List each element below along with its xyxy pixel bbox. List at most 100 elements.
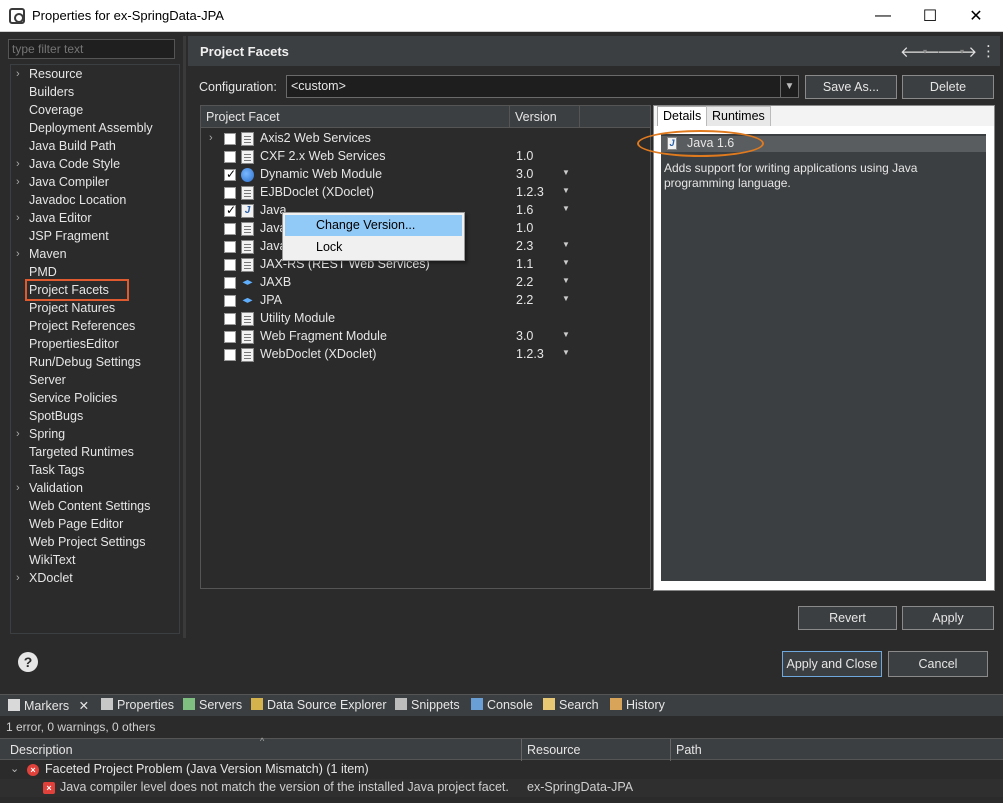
facet-checkbox[interactable] (224, 349, 236, 361)
facet-version[interactable]: 1.2.3 (516, 347, 544, 361)
minimize-button[interactable]: — (860, 0, 906, 32)
tree-item-spring[interactable]: Spring (29, 425, 65, 443)
chevron-right-icon[interactable]: › (16, 245, 26, 263)
facet-checkbox[interactable] (224, 241, 236, 253)
version-dropdown-icon[interactable]: ▼ (562, 276, 570, 285)
column-divider[interactable] (579, 106, 580, 128)
facet-checkbox[interactable] (224, 187, 236, 199)
tree-item-wikitext[interactable]: WikiText (29, 551, 76, 569)
tree-item-project-natures[interactable]: Project Natures (29, 299, 115, 317)
tree-item-java-editor[interactable]: Java Editor (29, 209, 92, 227)
facet-checkbox[interactable] (224, 151, 236, 163)
tab-console[interactable]: Console (471, 698, 533, 712)
version-dropdown-icon[interactable]: ▼ (562, 240, 570, 249)
delete-button[interactable]: Delete (902, 75, 994, 99)
facet-version[interactable]: 2.3 (516, 239, 533, 253)
apply-and-close-button[interactable]: Apply and Close (782, 651, 882, 677)
marker-row[interactable]: × Java compiler level does not match the… (0, 779, 1003, 797)
facet-row[interactable]: › Axis2 Web Services (201, 130, 650, 148)
column-divider[interactable] (670, 739, 671, 761)
help-icon[interactable]: ? (18, 652, 38, 672)
view-menu-icon[interactable]: ⋮ (981, 42, 996, 60)
filter-input[interactable] (8, 39, 175, 59)
tree-item-deployment-assembly[interactable]: Deployment Assembly (29, 119, 153, 137)
facet-checkbox[interactable] (224, 203, 236, 217)
back-arrow-icon[interactable]: 🡐 (900, 42, 940, 61)
chevron-right-icon[interactable]: › (16, 479, 26, 497)
apply-button[interactable]: Apply (902, 606, 994, 630)
tree-item-propertieseditor[interactable]: PropertiesEditor (29, 335, 119, 353)
facet-version[interactable]: 1.0 (516, 221, 533, 235)
menu-item-change-version[interactable]: Change Version... (285, 215, 462, 236)
version-dropdown-icon[interactable]: ▼ (562, 294, 570, 303)
chevron-right-icon[interactable]: › (16, 155, 26, 173)
tree-item-project-facets[interactable]: Project Facets (25, 279, 129, 301)
maximize-button[interactable]: ☐ (907, 0, 953, 32)
tab-details[interactable]: Details (657, 106, 708, 126)
tree-item-javadoc-location[interactable]: Javadoc Location (29, 191, 126, 209)
forward-menu-chevron-icon[interactable]: ▾ (960, 47, 964, 56)
tree-item-spotbugs[interactable]: SpotBugs (29, 407, 83, 425)
facet-checkbox[interactable] (224, 167, 236, 181)
facet-row[interactable]: ◂▸ JPA 2.2 ▼ (201, 292, 650, 310)
chevron-right-icon[interactable]: › (209, 132, 213, 144)
tab-search[interactable]: Search (543, 698, 599, 712)
facet-version[interactable]: 1.0 (516, 149, 533, 163)
facet-checkbox[interactable] (224, 259, 236, 271)
facet-checkbox[interactable] (224, 313, 236, 325)
menu-item-lock[interactable]: Lock (285, 237, 462, 258)
column-path[interactable]: Path (676, 743, 702, 757)
facet-version[interactable]: 2.2 (516, 275, 533, 289)
facet-row[interactable]: Web Fragment Module 3.0 ▼ (201, 328, 650, 346)
tree-item-java-build-path[interactable]: Java Build Path (29, 137, 116, 155)
tree-item-pmd[interactable]: PMD (29, 263, 57, 281)
column-project-facet[interactable]: Project Facet (206, 110, 280, 124)
tree-item-java-code-style[interactable]: Java Code Style (29, 155, 120, 173)
tree-item-xdoclet[interactable]: XDoclet (29, 569, 73, 587)
tree-item-java-compiler[interactable]: Java Compiler (29, 173, 109, 191)
tree-item-validation[interactable]: Validation (29, 479, 83, 497)
tree-item-web-page-editor[interactable]: Web Page Editor (29, 515, 123, 533)
close-button[interactable]: ✕ (953, 0, 999, 32)
chevron-right-icon[interactable]: › (16, 425, 26, 443)
cancel-button[interactable]: Cancel (888, 651, 988, 677)
tree-item-jsp-fragment[interactable]: JSP Fragment (29, 227, 109, 245)
facet-row[interactable]: WebDoclet (XDoclet) 1.2.3 ▼ (201, 346, 650, 364)
column-divider[interactable] (521, 739, 522, 761)
chevron-right-icon[interactable]: › (16, 65, 26, 83)
chevron-right-icon[interactable]: › (16, 569, 26, 587)
tree-item-run-debug-settings[interactable]: Run/Debug Settings (29, 353, 141, 371)
facet-checkbox[interactable] (224, 295, 236, 307)
facet-checkbox[interactable] (224, 223, 236, 235)
facet-version[interactable]: 1.1 (516, 257, 533, 271)
tree-item-service-policies[interactable]: Service Policies (29, 389, 117, 407)
tab-markers[interactable]: Markers ✕ (8, 698, 89, 713)
facet-row[interactable]: CXF 2.x Web Services 1.0 (201, 148, 650, 166)
tree-item-builders[interactable]: Builders (29, 83, 74, 101)
version-dropdown-icon[interactable]: ▼ (562, 258, 570, 267)
tab-runtimes[interactable]: Runtimes (706, 106, 771, 126)
facet-version[interactable]: 1.2.3 (516, 185, 544, 199)
facet-checkbox[interactable] (224, 133, 236, 145)
forward-arrow-icon[interactable]: 🡒 (937, 42, 977, 61)
version-dropdown-icon[interactable]: ▼ (562, 186, 570, 195)
chevron-right-icon[interactable]: › (16, 173, 26, 191)
facet-row[interactable]: Dynamic Web Module 3.0 ▼ (201, 166, 650, 184)
facet-version[interactable]: 1.6 (516, 203, 533, 217)
tree-item-web-project-settings[interactable]: Web Project Settings (29, 533, 146, 551)
close-icon[interactable]: ✕ (79, 699, 89, 713)
save-as-button[interactable]: Save As... (805, 75, 897, 99)
facet-version[interactable]: 2.2 (516, 293, 533, 307)
facet-row[interactable]: ◂▸ JAXB 2.2 ▼ (201, 274, 650, 292)
version-dropdown-icon[interactable]: ▼ (562, 330, 570, 339)
back-menu-chevron-icon[interactable]: ▾ (923, 47, 927, 56)
tab-history[interactable]: History (610, 698, 665, 712)
facet-version[interactable]: 3.0 (516, 329, 533, 343)
tree-item-web-content-settings[interactable]: Web Content Settings (29, 497, 150, 515)
chevron-down-icon[interactable]: ▼ (780, 76, 798, 97)
tree-item-maven[interactable]: Maven (29, 245, 67, 263)
sash-splitter[interactable] (183, 36, 186, 638)
tab-snippets[interactable]: Snippets (395, 698, 460, 712)
column-description[interactable]: Description (10, 743, 73, 757)
column-version[interactable]: Version (515, 110, 557, 124)
